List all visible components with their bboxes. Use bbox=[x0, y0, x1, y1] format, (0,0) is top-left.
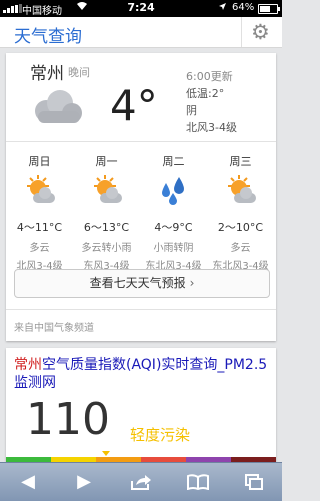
location-arrow-icon bbox=[218, 2, 227, 14]
rain-drops-icon bbox=[140, 173, 207, 213]
forecast-condition: 小雨转阴 bbox=[153, 243, 194, 254]
low-temperature: 低温:2° bbox=[186, 87, 225, 100]
source-link[interactable]: 来自中国气象频道 bbox=[14, 319, 94, 334]
forecast-day: 周日 4～11°C 多云 北风3-4级 bbox=[6, 151, 73, 272]
forecast-day-name: 周二 bbox=[162, 155, 185, 168]
city-name: 常州 bbox=[30, 64, 64, 84]
browser-toolbar: ◀ ▶ bbox=[0, 462, 282, 501]
sun-cloud-icon bbox=[73, 173, 140, 213]
forecast-range: 4～11°C bbox=[16, 221, 63, 234]
gear-icon: ⚙ bbox=[251, 20, 270, 44]
current-wind: 北风3-4级 bbox=[186, 121, 237, 134]
update-time: 6:00更新 bbox=[186, 70, 233, 83]
battery-percent: 64% bbox=[232, 2, 255, 13]
cloud-icon bbox=[26, 87, 88, 133]
forecast-condition: 多云 bbox=[29, 243, 50, 254]
settings-button[interactable]: ⚙ bbox=[241, 17, 282, 47]
aqi-title-keyword: 常州 bbox=[14, 357, 42, 373]
forecast-condition: 多云 bbox=[230, 243, 251, 254]
forecast-day: 周一 6～13°C 多云转小雨 东风3-4级 bbox=[73, 151, 140, 272]
current-details: 6:00更新 低温:2° 阴 北风3-4级 bbox=[186, 68, 237, 136]
time-period: 晚间 bbox=[68, 66, 90, 79]
book-icon bbox=[187, 474, 209, 491]
share-icon bbox=[131, 475, 151, 490]
forecast-day-name: 周日 bbox=[28, 155, 51, 168]
current-temperature: 4° bbox=[110, 81, 158, 130]
aqi-title-text: 空气质量指数(AQI)实时查询_PM2.5监测网 bbox=[14, 357, 268, 391]
chevron-right-icon: › bbox=[189, 276, 195, 290]
forecast-day: 周二 4～9°C 小雨转阴 东北风3-4级 bbox=[140, 151, 207, 272]
status-bar: 中国移动 7:24 64% bbox=[0, 0, 282, 17]
aqi-marker bbox=[102, 451, 110, 456]
bookmarks-button[interactable] bbox=[178, 469, 218, 495]
back-button[interactable]: ◀ bbox=[8, 469, 48, 495]
weather-card: 常州 晚间 4° 6:00更新 低温:2° 阴 北风3-4级 周日 4～11°C… bbox=[6, 53, 276, 341]
sun-cloud-icon bbox=[6, 173, 73, 213]
page-title[interactable]: 天气查询 bbox=[14, 22, 82, 47]
share-button[interactable] bbox=[121, 469, 161, 495]
forecast-range: 2～10°C bbox=[217, 221, 264, 234]
divider bbox=[6, 141, 276, 142]
battery-icon bbox=[258, 4, 280, 14]
sun-cloud-icon bbox=[207, 173, 274, 213]
forecast-day: 周三 2～10°C 多云 东北风3-4级 bbox=[207, 151, 274, 272]
forecast-range: 4～9°C bbox=[154, 221, 193, 234]
seven-day-forecast-label: 查看七天天气预报 bbox=[89, 276, 186, 290]
divider bbox=[6, 309, 276, 310]
tabs-icon bbox=[245, 474, 263, 490]
forecast-row: 周日 4～11°C 多云 北风3-4级 周一 6～13°C 多云转小雨 东风3-… bbox=[6, 151, 276, 272]
aqi-level: 轻度污染 bbox=[130, 426, 191, 444]
forward-button[interactable]: ▶ bbox=[64, 469, 104, 495]
current-condition: 阴 bbox=[186, 104, 197, 117]
header-bar: 天气查询 ⚙ bbox=[0, 17, 282, 48]
forecast-day-name: 周一 bbox=[95, 155, 118, 168]
aqi-value: 110 bbox=[26, 394, 110, 445]
tabs-button[interactable] bbox=[234, 469, 274, 495]
aqi-result-title[interactable]: 常州空气质量指数(AQI)实时查询_PM2.5监测网 bbox=[14, 356, 274, 392]
forecast-condition: 多云转小雨 bbox=[81, 243, 132, 254]
seven-day-forecast-button[interactable]: 查看七天天气预报 › bbox=[14, 269, 270, 298]
forecast-range: 6～13°C bbox=[83, 221, 130, 234]
forecast-day-name: 周三 bbox=[229, 155, 252, 168]
